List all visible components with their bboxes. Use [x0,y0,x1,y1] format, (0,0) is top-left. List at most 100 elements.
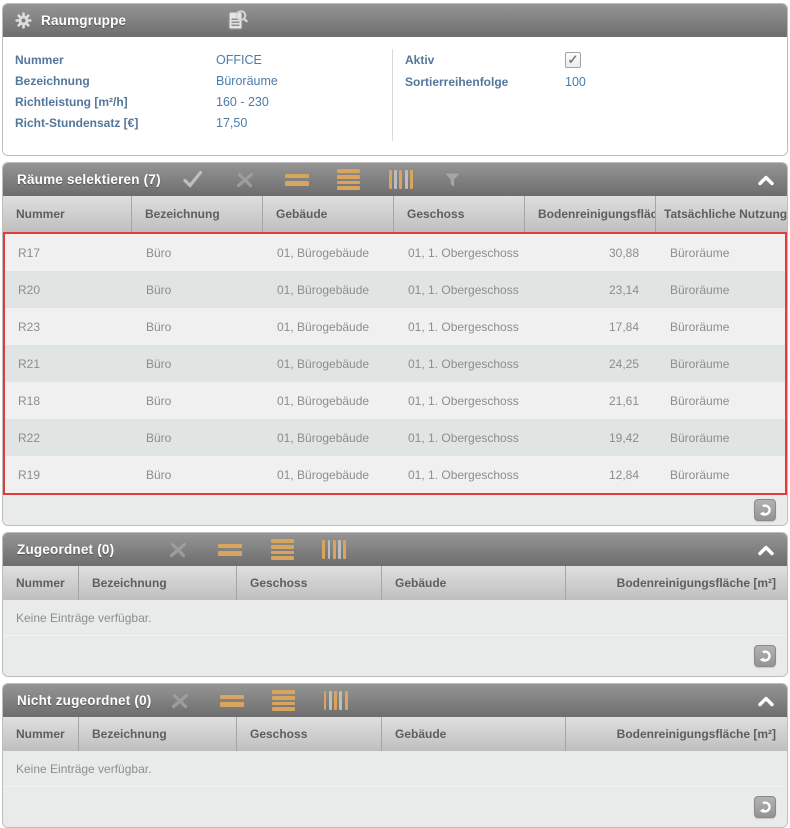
table-cell: Büro [133,419,264,456]
column-header-nummer[interactable]: Nummer [3,196,131,232]
selektieren-toolbar [181,169,465,191]
table-cell: Büroräume [657,382,785,419]
columns-icon[interactable] [324,691,348,710]
table-row[interactable]: R21Büro01, Bürogebäude01, 1. Obergeschos… [5,345,785,382]
expand-rows-icon[interactable] [270,539,294,561]
expand-rows-icon[interactable] [272,690,296,712]
table-cell: 23,14 [526,271,657,308]
table-row[interactable]: R19Büro01, Bürogebäude01, 1. Obergeschos… [5,456,785,493]
table-cell: Büro [133,234,264,271]
table-row[interactable]: R18Büro01, Bürogebäude01, 1. Obergeschos… [5,382,785,419]
remove-all-button[interactable] [166,539,190,561]
column-header-nummer[interactable]: Nummer [3,717,78,751]
table-row[interactable]: R20Büro01, Bürogebäude01, 1. Obergeschos… [5,271,785,308]
table-cell: Büro [133,345,264,382]
table-cell: 17,84 [526,308,657,345]
table-cell: Büroräume [657,419,785,456]
table-cell: R19 [5,456,133,493]
field-label-richtleistung: Richtleistung [m²/h] [15,95,216,109]
form-right-column: Aktiv ✓ Sortierreihenfolge 100 [393,49,787,155]
field-label-aktiv: Aktiv [405,53,565,67]
collapse-rows-icon[interactable] [220,690,244,712]
collapse-rows-icon[interactable] [218,539,242,561]
column-header-bodenreinigungsflaeche[interactable]: Bodenreinigungsfläche [m²] [565,566,787,600]
nicht-zugeordnet-table-header: Nummer Bezeichnung Geschoss Gebäude Bode… [3,717,787,751]
table-cell: Büro [133,382,264,419]
table-cell: Büro [133,308,264,345]
column-header-gebaeude[interactable]: Gebäude [262,196,393,232]
table-cell: 01, 1. Obergeschoss [395,456,526,493]
report-preview-icon[interactable] [224,8,250,34]
table-cell: 01, Bürogebäude [264,419,395,456]
table-cell: 01, 1. Obergeschoss [395,308,526,345]
zugeordnet-header: Zugeordnet (0) [3,533,787,566]
table-cell: 12,84 [526,456,657,493]
filter-icon[interactable] [441,169,465,191]
section-title: Nicht zugeordnet (0) [17,693,152,708]
column-header-bodenreinigungsflaeche[interactable]: Bodenreinigungsfläch [524,196,655,232]
table-cell: 19,42 [526,419,657,456]
column-header-gebaeude[interactable]: Gebäude [381,566,565,600]
table-row[interactable]: R23Büro01, Bürogebäude01, 1. Obergeschos… [5,308,785,345]
column-header-geschoss[interactable]: Geschoss [393,196,524,232]
field-label-stundensatz: Richt-Stundensatz [€] [15,116,216,130]
column-header-geschoss[interactable]: Geschoss [236,566,381,600]
table-cell: Büroräume [657,456,785,493]
page-title: Raumgruppe [41,13,126,28]
collapse-rows-icon[interactable] [285,169,309,191]
nicht-zugeordnet-footer [3,787,787,827]
column-header-geschoss[interactable]: Geschoss [236,717,381,751]
column-header-bezeichnung[interactable]: Bezeichnung [131,196,262,232]
table-cell: 30,88 [526,234,657,271]
form-left-column: Nummer OFFICE Bezeichnung Büroräume Rich… [3,49,392,155]
table-cell: Büro [133,271,264,308]
empty-state-text: Keine Einträge verfügbar. [3,751,787,787]
table-cell: 01, Bürogebäude [264,308,395,345]
zugeordnet-panel: Zugeordnet (0) Nummer Bezeichnung Gescho… [2,532,788,677]
table-cell: Büroräume [657,345,785,382]
columns-icon[interactable] [322,540,346,559]
table-cell: 21,61 [526,382,657,419]
select-all-button[interactable] [181,169,205,191]
field-value-sortierreihenfolge: 100 [565,75,586,89]
field-label-sortierreihenfolge: Sortierreihenfolge [405,75,565,89]
raeume-selektieren-panel: Räume selektieren (7) Nummer Bezeichnung… [2,162,788,526]
table-cell: R23 [5,308,133,345]
table-cell: R17 [5,234,133,271]
table-cell: Büroräume [657,234,785,271]
collapse-panel-button[interactable] [757,174,775,186]
zugeordnet-table-header: Nummer Bezeichnung Geschoss Gebäude Bode… [3,566,787,600]
selektieren-footer [3,495,787,525]
reset-button[interactable] [754,645,776,667]
table-row[interactable]: R22Büro01, Bürogebäude01, 1. Obergeschos… [5,419,785,456]
deselect-all-button[interactable] [233,169,257,191]
table-cell: 01, Bürogebäude [264,456,395,493]
column-header-gebaeude[interactable]: Gebäude [381,717,565,751]
column-header-bodenreinigungsflaeche[interactable]: Bodenreinigungsfläche [m²] [565,717,787,751]
field-value-bezeichnung: Büroräume [216,74,278,88]
columns-icon[interactable] [389,170,413,189]
column-header-tatsaechliche-nutzung[interactable]: Tatsächliche Nutzung [655,196,787,232]
table-cell: 01, 1. Obergeschoss [395,419,526,456]
table-cell: Büro [133,456,264,493]
table-cell: 01, 1. Obergeschoss [395,382,526,419]
nicht-zugeordnet-toolbar [168,690,348,712]
table-cell: 01, 1. Obergeschoss [395,234,526,271]
collapse-panel-button[interactable] [757,695,775,707]
selected-rows-region: R17Büro01, Bürogebäude01, 1. Obergeschos… [3,232,787,495]
reset-button[interactable] [754,796,776,818]
aktiv-checkbox[interactable]: ✓ [565,52,581,68]
table-row[interactable]: R17Büro01, Bürogebäude01, 1. Obergeschos… [5,234,785,271]
raumgruppe-header: Raumgruppe [3,4,787,37]
column-header-nummer[interactable]: Nummer [3,566,78,600]
table-cell: 01, Bürogebäude [264,234,395,271]
expand-rows-icon[interactable] [337,169,361,191]
raeume-selektieren-header: Räume selektieren (7) [3,163,787,196]
column-header-bezeichnung[interactable]: Bezeichnung [78,717,236,751]
zugeordnet-footer [3,636,787,676]
remove-all-button[interactable] [168,690,192,712]
collapse-panel-button[interactable] [757,544,775,556]
table-cell: 01, 1. Obergeschoss [395,271,526,308]
column-header-bezeichnung[interactable]: Bezeichnung [78,566,236,600]
reset-selection-button[interactable] [754,499,776,521]
